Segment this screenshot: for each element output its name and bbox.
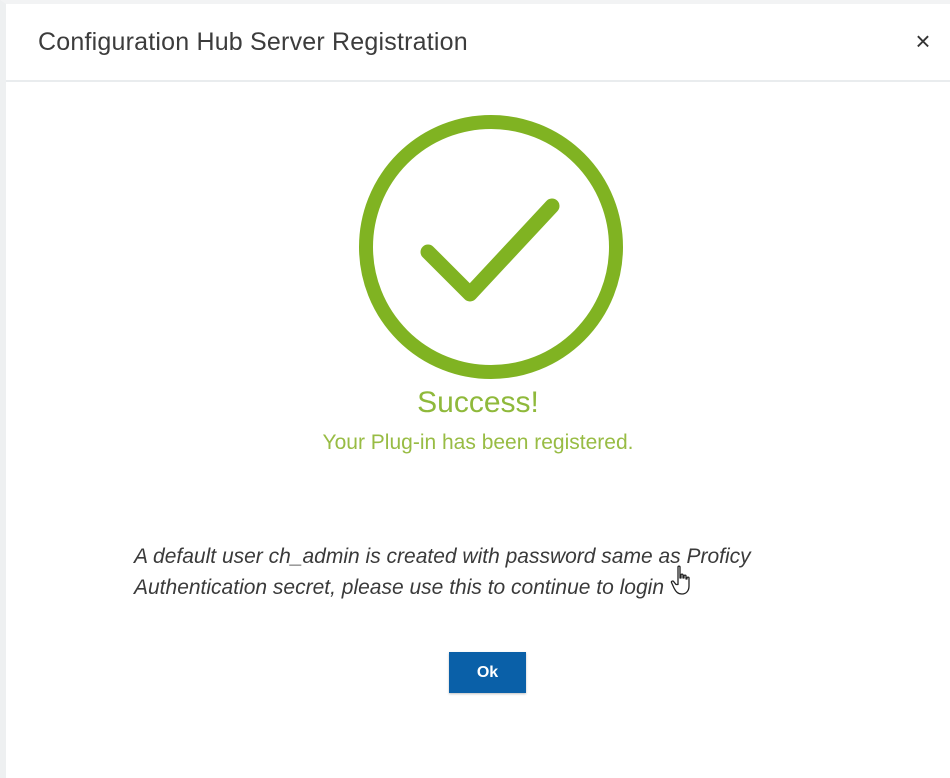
dialog-title: Configuration Hub Server Registration <box>38 28 468 56</box>
success-title: Success! <box>417 386 539 419</box>
registration-dialog: Configuration Hub Server Registration × … <box>0 0 950 778</box>
hand-cursor-icon <box>670 565 694 597</box>
ok-button[interactable]: Ok <box>449 652 526 693</box>
success-check-icon <box>356 112 626 382</box>
dialog-header: Configuration Hub Server Registration × <box>6 4 950 82</box>
success-circle <box>359 115 623 379</box>
close-icon[interactable]: × <box>910 28 936 54</box>
success-message: Your Plug-in has been registered. <box>322 431 634 454</box>
info-message: A default user ch_admin is created with … <box>134 545 751 599</box>
checkmark <box>420 198 560 302</box>
